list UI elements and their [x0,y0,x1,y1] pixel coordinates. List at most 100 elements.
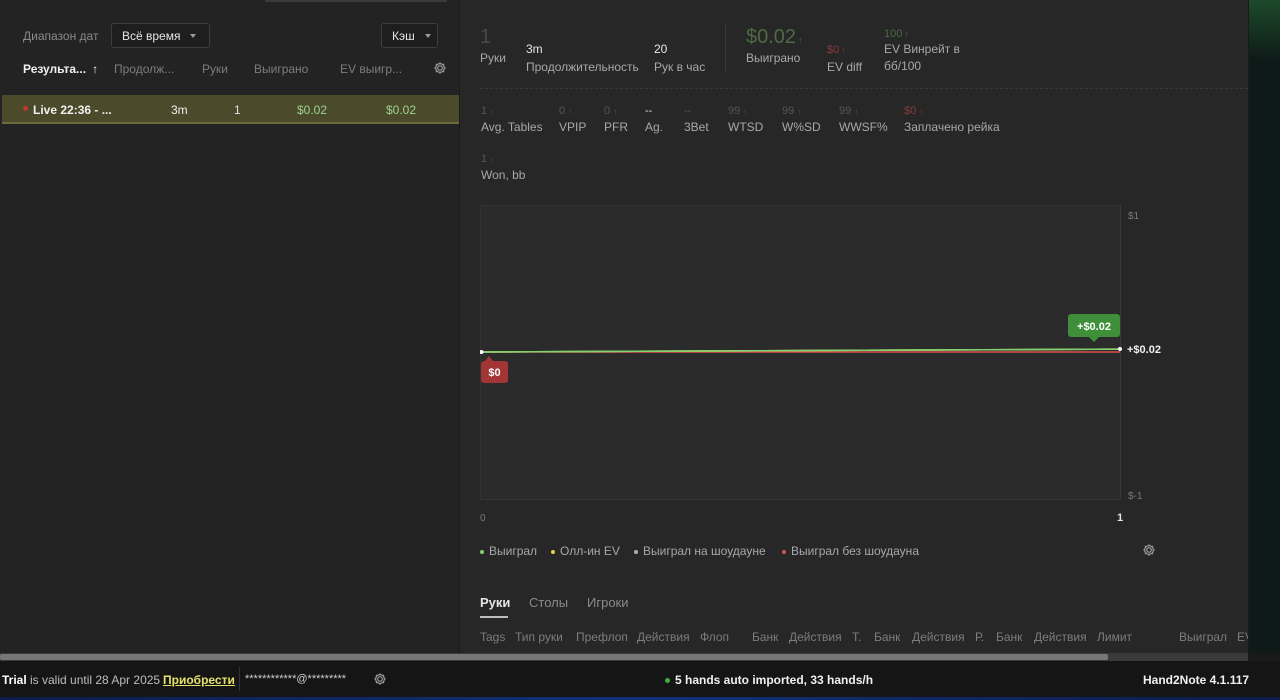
game-type-value: Кэш [392,28,415,43]
end-value-label: +$0.02 [1127,344,1161,356]
panel-top-divider [265,0,447,2]
legend-item-won[interactable]: Выиграл [480,544,537,558]
column-header-pot[interactable]: Банк [874,630,900,644]
trial-label: Trial [2,673,27,687]
chevron-down-icon [190,33,197,38]
buy-link[interactable]: Приобрести [163,673,235,687]
x-tick-label: 1 [1117,512,1123,524]
stat-value: 20 [654,42,668,56]
stat-avg-tables: 1 ↑ Avg. Tables [481,105,543,134]
stat-label: Продолжительность [526,60,639,74]
stat-hands-per-hour: 20 Рук в час [654,42,705,74]
y-tick-label: $-1 [1128,491,1143,502]
column-header-hand-type[interactable]: Тип руки [515,630,563,644]
arrow-up-icon: ↑ [841,45,846,55]
column-header-label: Результа... [23,62,87,76]
tab-hands[interactable]: Руки [480,595,510,610]
vertical-scrollbar[interactable] [1249,0,1280,653]
stat-value: 1 [480,26,492,48]
session-duration: 3m [171,103,188,117]
column-header-actions[interactable]: Действия [1034,630,1087,644]
legend-item-won-no-showdown[interactable]: Выиграл без шоудауна [782,544,919,558]
date-range-label: Диапазон дат [23,29,99,43]
column-header-turn[interactable]: Т. [852,630,861,644]
winnings-chart: $1 $-1 0 1 $0 +$0.02 +$0.02 [480,205,1170,535]
column-header-limit[interactable]: Лимит [1097,630,1132,644]
sort-arrow-icon: ↑ [92,62,99,76]
stat-label: Рук в час [654,60,706,74]
session-won: $0.02 [297,103,328,117]
stat-value: $0.02 [746,26,797,48]
tab-players[interactable]: Игроки [587,595,629,610]
stat-wwsf: 99 ↑ WWSF% [839,105,888,134]
active-tab-underline [480,616,508,618]
scrollbar-glow [1249,0,1280,60]
column-header-actions[interactable]: Действия [912,630,965,644]
stat-hands: 1 Руки [480,26,506,65]
column-header-ev-won[interactable]: EV выигр... [340,62,402,76]
stat-value: $0 [827,44,840,56]
gear-icon[interactable] [433,61,447,75]
scrollbar-thumb[interactable] [0,654,1108,660]
column-header-hands[interactable]: Руки [202,62,228,76]
session-ev-won: $0.02 [386,103,417,117]
gear-icon[interactable] [1142,543,1156,557]
column-header-flop[interactable]: Флоп [700,630,729,644]
column-header-ev[interactable]: EV [1237,630,1248,644]
stat-ag: -- Ag. [645,105,664,134]
column-header-won[interactable]: Выиграно [254,62,308,76]
import-status-text: 5 hands auto imported, 33 hands/h [675,673,874,687]
stat-label: EV diff [827,60,863,74]
end-badge-label: +$0.02 [1077,321,1111,333]
stat-duration: 3m Продолжительность [526,42,639,74]
stat-ev-diff: $0 ↑ EV diff [827,42,862,74]
column-header-pot[interactable]: Банк [996,630,1022,644]
column-header-won[interactable]: Выиграл [1179,630,1227,644]
status-bar: Trial is valid until 28 Apr 2025 Приобре… [0,661,1280,697]
legend-item-allin-ev[interactable]: Олл-ин EV [551,544,620,558]
column-header-river[interactable]: Р. [975,630,984,644]
horizontal-scrollbar[interactable] [0,653,1248,661]
date-range-dropdown[interactable]: Всё время [111,23,210,48]
stat-label: Руки [480,51,506,65]
stat-won: $0.02 ↑ Выиграно [746,26,803,65]
column-header-pot[interactable]: Банк [752,630,778,644]
column-header-tags[interactable]: Tags [480,630,505,644]
stat-value: 100 [884,28,903,40]
account-email: ************@********* [245,673,347,685]
stat-wsd: 99 ↑ W%SD [782,105,821,134]
x-tick-label: 0 [480,513,486,524]
stat-value: 3m [526,42,543,56]
stat-label: Выиграно [746,51,801,65]
arrow-up-icon: ↑ [798,35,803,45]
legend-dot-icon [782,549,786,554]
stat-label: EV Винрейт в [884,42,960,56]
session-row[interactable]: Live 22:36 - ... 3m 1 $0.02 $0.02 [2,95,459,124]
legend-label: Выиграл [489,544,538,558]
column-header-result[interactable]: Результа... ↑ [23,62,98,76]
legend-dot-icon [634,549,638,554]
stat-won-bb: 1 ↑ Won, bb [481,153,526,182]
summary-separator [480,88,1248,89]
column-header-actions[interactable]: Действия [637,630,690,644]
legend-item-won-showdown[interactable]: Выиграл на шоудауне [634,544,766,558]
game-type-dropdown[interactable]: Кэш [381,23,438,48]
stat-label: бб/100 [884,59,922,73]
tab-tables[interactable]: Столы [529,595,568,610]
column-header-preflop[interactable]: Префлоп [576,630,628,644]
gear-icon[interactable] [373,672,387,686]
start-badge-label: $0 [488,367,500,379]
session-hands: 1 [234,103,241,117]
column-header-actions[interactable]: Действия [789,630,842,644]
legend-label: Выиграл на шоудауне [643,544,766,558]
live-dot-icon [23,106,28,111]
date-range-value: Всё время [122,28,181,43]
app-version: Hand2Note 4.1.117 [1143,673,1250,687]
chevron-down-icon [424,33,431,38]
legend-dot-icon [551,549,555,554]
sessions-panel: Диапазон дат Всё время Кэш Результа... ↑ … [0,0,459,653]
column-header-duration[interactable]: Продолж... [114,62,174,76]
legend-dot-icon [480,549,484,554]
legend-label: Олл-ин EV [560,544,620,558]
stat-vpip: 0 ↑ VPIP [559,105,587,134]
